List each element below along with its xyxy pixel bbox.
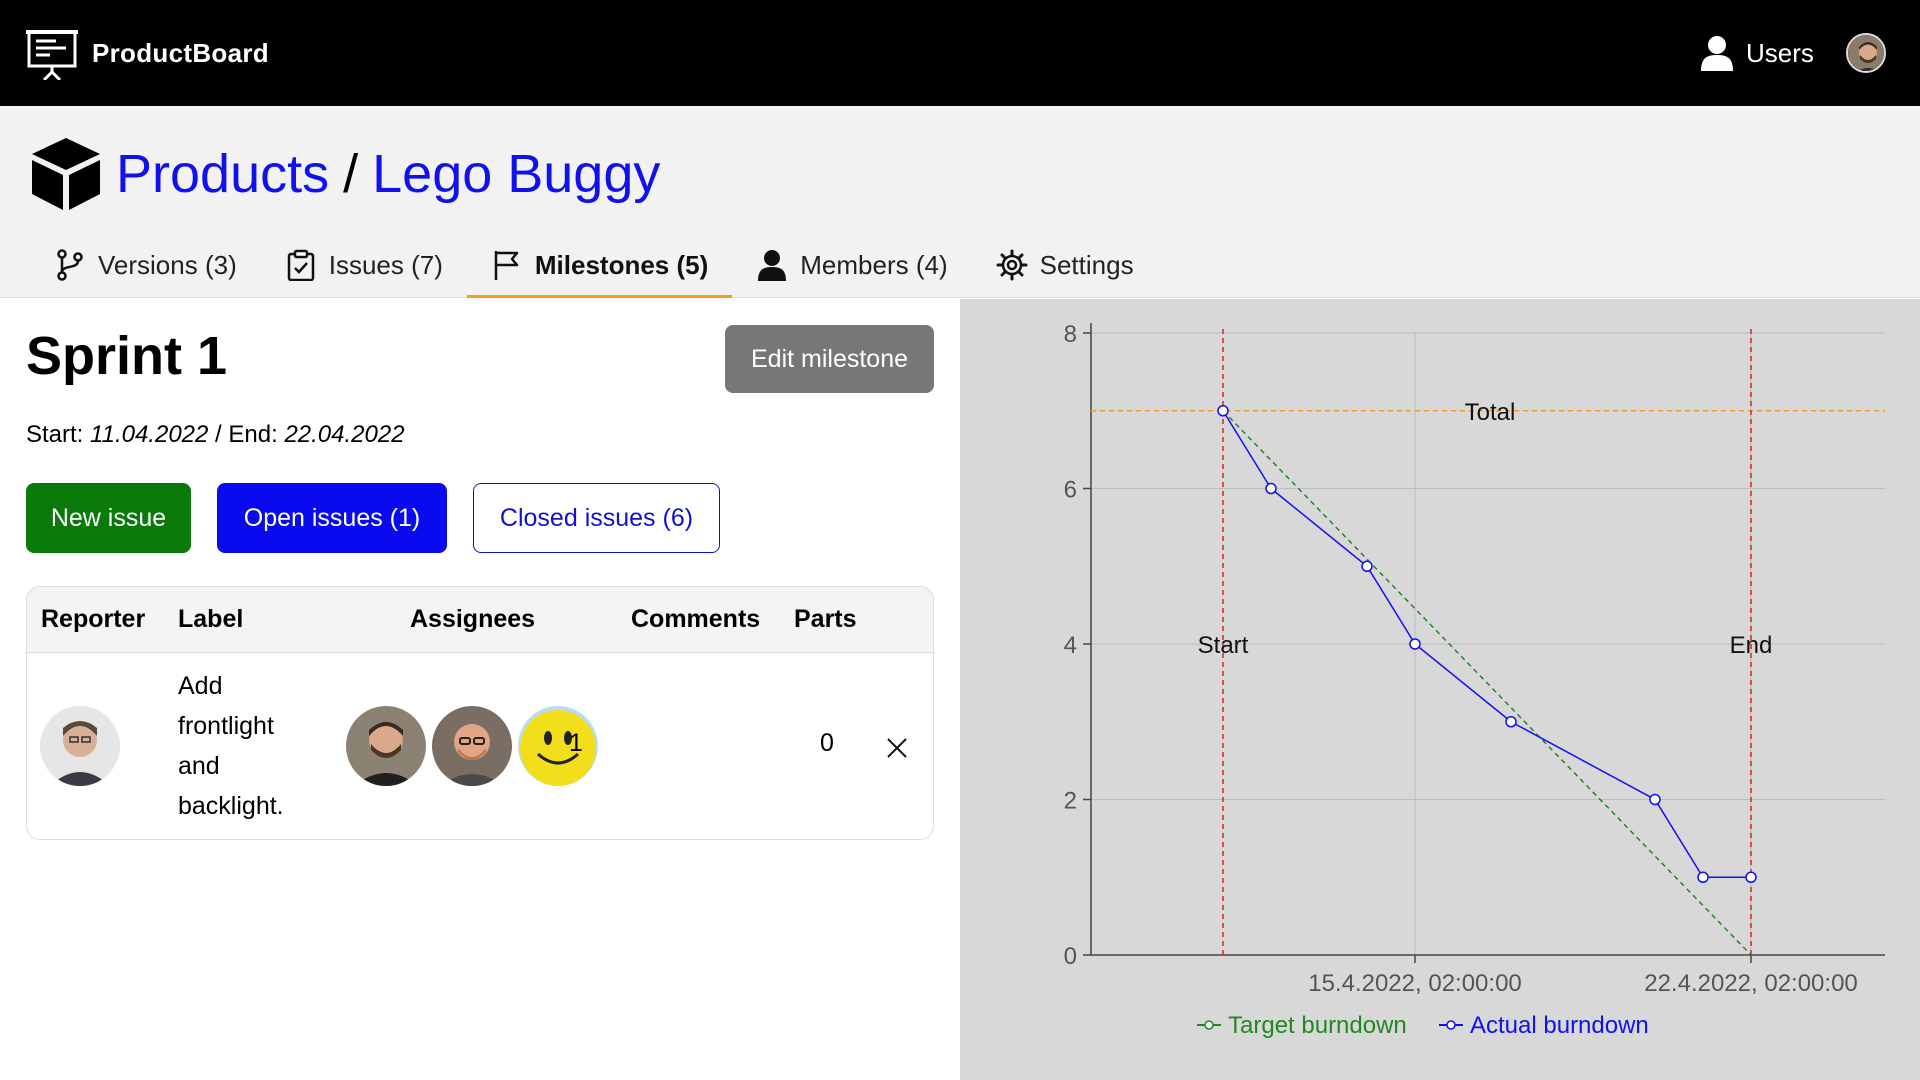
tab-versions-label: Versions (3) bbox=[98, 249, 237, 280]
milestone-title: Sprint 1 bbox=[26, 326, 228, 386]
header-reporter: Reporter bbox=[41, 605, 146, 633]
new-issue-button[interactable]: New issue bbox=[26, 483, 191, 553]
milestone-panel: Sprint 1 Edit milestone Start: 11.04.202… bbox=[0, 299, 960, 1080]
end-date: 22.04.2022 bbox=[284, 421, 405, 448]
users-label: Users bbox=[1746, 37, 1814, 68]
issue-label[interactable]: Add frontlight and backlight. bbox=[178, 666, 308, 826]
start-label: Start: bbox=[26, 421, 84, 448]
tab-issues[interactable]: Issues (7) bbox=[261, 232, 467, 298]
parts-count: 0 bbox=[820, 729, 834, 757]
legend-actual-marker bbox=[1446, 1020, 1456, 1030]
burndown-chart-panel: 0 2 4 6 8 15.4.2022, 02:00:00 22.4.2022, 02:00… bbox=[960, 299, 1920, 1080]
breadcrumb: Products / Lego Buggy bbox=[30, 136, 660, 212]
milestone-dates: Start: 11.04.2022 / End: 22.04.2022 bbox=[26, 421, 405, 449]
actual-burndown-point bbox=[1217, 405, 1229, 417]
assignee-avatar[interactable] bbox=[346, 706, 426, 786]
x-tick-label: 15.4.2022, 02:00:00 bbox=[1308, 970, 1522, 997]
tab-milestones-label: Milestones (5) bbox=[534, 249, 709, 280]
presentation-board-icon bbox=[26, 30, 78, 80]
issues-table: Reporter Label Assignees Comments Parts … bbox=[26, 586, 934, 840]
user-icon bbox=[1701, 36, 1733, 71]
breadcrumb-products-link[interactable]: Products bbox=[116, 143, 329, 205]
y-tick-label: 8 bbox=[1064, 321, 1077, 348]
legend-target-marker bbox=[1204, 1020, 1214, 1030]
actual-burndown-point bbox=[1505, 716, 1517, 728]
legend-target-label: Target burndown bbox=[1228, 1012, 1407, 1039]
total-annotation: Total bbox=[1465, 399, 1516, 426]
brand[interactable]: ProductBoard bbox=[26, 26, 269, 80]
x-tick-label: 22.4.2022, 02:00:00 bbox=[1644, 970, 1858, 997]
actual-burndown-point bbox=[1697, 871, 1709, 883]
current-user-avatar[interactable] bbox=[1846, 33, 1886, 73]
breadcrumb-product-link[interactable]: Lego Buggy bbox=[372, 143, 660, 205]
y-tick-label: 6 bbox=[1064, 477, 1077, 504]
y-tick-label: 2 bbox=[1064, 788, 1077, 815]
page-header: Products / Lego Buggy Versions (3) Issue… bbox=[0, 106, 1920, 298]
tab-milestones[interactable]: Milestones (5) bbox=[466, 232, 733, 298]
users-link[interactable]: Users bbox=[1700, 34, 1814, 72]
header-comments: Comments bbox=[631, 605, 761, 633]
breadcrumb-separator: / bbox=[343, 144, 359, 204]
table-header: Reporter Label Assignees Comments Parts bbox=[27, 587, 933, 653]
y-tick-label: 4 bbox=[1064, 632, 1077, 659]
tab-settings-label: Settings bbox=[1039, 249, 1134, 280]
date-separator: / bbox=[215, 421, 222, 448]
app-name: ProductBoard bbox=[92, 37, 269, 68]
tab-issues-label: Issues (7) bbox=[328, 249, 443, 280]
burndown-chart: 0 2 4 6 8 15.4.2022, 02:00:00 22.4.2022, 02:00… bbox=[1064, 321, 1885, 1039]
flag-icon bbox=[494, 251, 519, 280]
assignee-avatar[interactable] bbox=[518, 706, 598, 786]
user-icon bbox=[758, 250, 787, 281]
end-annotation: End bbox=[1730, 632, 1773, 659]
clipboard-check-icon bbox=[287, 249, 314, 281]
cube-icon bbox=[32, 138, 100, 210]
target-burndown-line bbox=[1222, 410, 1752, 956]
header-assignees: Assignees bbox=[410, 605, 536, 633]
reporter-avatar[interactable] bbox=[40, 706, 120, 786]
comments-count: 1 bbox=[569, 729, 583, 757]
y-tick-label: 0 bbox=[1064, 943, 1077, 970]
closed-issues-button[interactable]: Closed issues (6) bbox=[473, 483, 720, 553]
actual-burndown-point bbox=[1649, 793, 1661, 806]
gear-icon bbox=[996, 249, 1028, 281]
git-branch-icon bbox=[57, 249, 83, 281]
tab-settings[interactable]: Settings bbox=[972, 232, 1158, 298]
actual-burndown-point bbox=[1265, 482, 1277, 495]
table-row[interactable]: Add frontlight and backlight. 1 0 bbox=[27, 653, 933, 839]
actual-burndown-point bbox=[1361, 560, 1373, 572]
tab-members[interactable]: Members (4) bbox=[732, 232, 971, 298]
tab-versions[interactable]: Versions (3) bbox=[30, 232, 261, 298]
legend-actual-label: Actual burndown bbox=[1470, 1012, 1649, 1039]
end-label: End: bbox=[228, 421, 278, 448]
actual-burndown-point bbox=[1409, 638, 1421, 650]
tab-bar: Versions (3) Issues (7) Milestones (5) M… bbox=[30, 232, 1158, 298]
start-date: 11.04.2022 bbox=[90, 421, 209, 448]
header-parts: Parts bbox=[794, 605, 857, 633]
open-issues-button[interactable]: Open issues (1) bbox=[217, 483, 447, 553]
tab-members-label: Members (4) bbox=[800, 249, 948, 280]
header-label: Label bbox=[178, 605, 244, 633]
close-icon[interactable] bbox=[885, 736, 909, 760]
assignee-avatar[interactable] bbox=[432, 706, 512, 786]
top-bar: ProductBoard Users bbox=[0, 0, 1920, 106]
start-annotation: Start bbox=[1198, 632, 1249, 659]
edit-milestone-button[interactable]: Edit milestone bbox=[725, 325, 934, 393]
actual-burndown-point bbox=[1745, 871, 1757, 883]
